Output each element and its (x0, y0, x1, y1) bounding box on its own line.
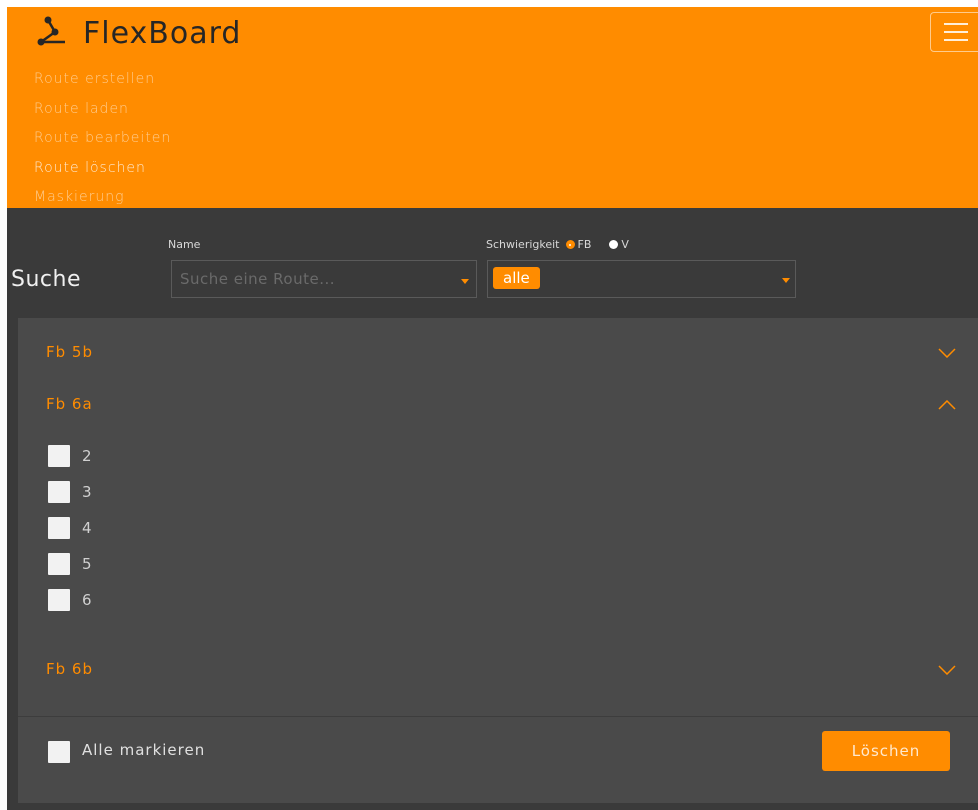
delete-button[interactable]: Löschen (822, 731, 950, 771)
route-checkbox[interactable] (48, 589, 70, 611)
route-checkbox[interactable] (48, 445, 70, 467)
route-label: 4 (82, 519, 92, 537)
route-name-placeholder: Suche eine Route... (180, 270, 336, 288)
radio-fb-label: FB (577, 238, 592, 251)
group-header-fb-6a[interactable]: Fb 6a (46, 395, 93, 413)
app-frame: FlexBoard Route erstellen Route laden Ro… (7, 7, 978, 810)
route-label: 2 (82, 447, 92, 465)
hamburger-icon (944, 23, 968, 25)
name-label: Name (168, 238, 201, 251)
route-label: 3 (82, 483, 92, 501)
chevron-up-icon[interactable] (938, 400, 956, 410)
nav-item-route-bearbeiten[interactable]: Route bearbeiten (34, 124, 171, 154)
nav-item-route-loeschen[interactable]: Route löschen (34, 154, 171, 184)
brand[interactable]: FlexBoard (35, 11, 241, 55)
route-label: 5 (82, 555, 92, 573)
menu-toggle-button[interactable] (930, 12, 978, 52)
nav-item-route-laden[interactable]: Route laden (34, 95, 171, 125)
divider (18, 716, 978, 717)
route-nodes-icon (37, 16, 65, 46)
radio-fb[interactable] (565, 240, 575, 249)
chevron-down-icon[interactable] (938, 348, 956, 358)
difficulty-tag[interactable]: alle (493, 267, 540, 289)
group-header-fb-6b[interactable]: Fb 6b (46, 660, 93, 678)
difficulty-label: Schwierigkeit (486, 238, 560, 251)
route-name-select[interactable]: Suche eine Route... (171, 260, 477, 298)
route-label: 6 (82, 591, 92, 609)
route-checkbox[interactable] (48, 553, 70, 575)
difficulty-label-row: Schwierigkeit FB V (486, 238, 629, 251)
radio-v[interactable] (609, 240, 619, 249)
search-title: Suche (11, 267, 81, 292)
routes-panel: Fb 5b Fb 6a 2 3 4 5 6 Fb 6b Alle markier… (18, 318, 978, 803)
search-section: Suche Name Schwierigkeit FB V Suche eine… (7, 208, 978, 311)
radio-v-label: V (621, 238, 629, 251)
route-checkbox[interactable] (48, 517, 70, 539)
hamburger-icon-line (944, 39, 968, 41)
nav-item-route-erstellen[interactable]: Route erstellen (34, 65, 171, 95)
group-header-fb-5b[interactable]: Fb 5b (46, 343, 93, 361)
select-all-checkbox[interactable] (48, 741, 70, 763)
navbar: FlexBoard Route erstellen Route laden Ro… (7, 7, 978, 208)
caret-down-icon (782, 278, 790, 283)
route-checkbox[interactable] (48, 481, 70, 503)
caret-down-icon (461, 279, 469, 284)
difficulty-select[interactable]: alle (487, 260, 796, 298)
brand-name: FlexBoard (83, 15, 242, 51)
chevron-down-icon[interactable] (938, 665, 956, 675)
hamburger-icon-line (944, 31, 968, 33)
select-all-label: Alle markieren (82, 741, 206, 759)
nav-menu: Route erstellen Route laden Route bearbe… (34, 65, 171, 213)
